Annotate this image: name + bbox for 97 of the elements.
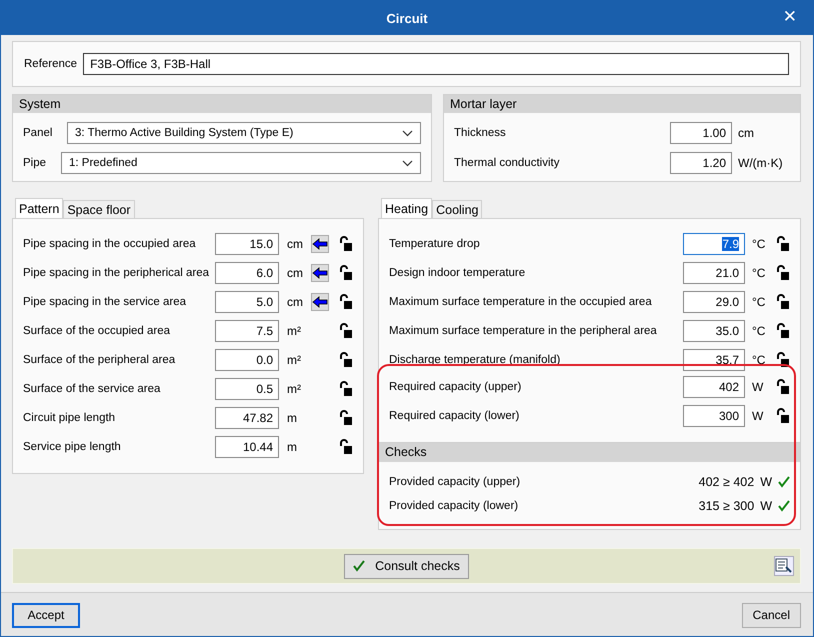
input-field[interactable]: 402 bbox=[683, 376, 745, 398]
input-field[interactable]: 35.7 bbox=[683, 348, 745, 370]
cancel-button[interactable]: Cancel bbox=[742, 602, 801, 628]
unit-label: °C bbox=[751, 266, 766, 280]
unit-label: W bbox=[751, 380, 764, 394]
padlock-icon[interactable] bbox=[339, 294, 353, 310]
input-field[interactable]: 1.00 bbox=[670, 122, 732, 144]
unit-label: m bbox=[286, 410, 298, 424]
group-header: System bbox=[13, 95, 431, 113]
arrow-button[interactable] bbox=[311, 234, 329, 252]
field-label: Surface of the occupied area bbox=[23, 324, 172, 336]
checkmark-icon bbox=[353, 560, 366, 572]
input-field[interactable]: 300 bbox=[683, 404, 745, 426]
padlock-icon[interactable] bbox=[339, 264, 353, 280]
report-button[interactable] bbox=[774, 556, 794, 576]
input-field[interactable]: 6.0 bbox=[215, 262, 279, 284]
unit-label: m bbox=[286, 440, 298, 454]
field-label: Thickness bbox=[454, 127, 507, 139]
field-label: Circuit pipe length bbox=[23, 412, 116, 424]
group-header: Checks bbox=[379, 442, 800, 462]
unit-label: °C bbox=[751, 324, 766, 338]
field-label: Design indoor temperature bbox=[389, 266, 526, 278]
close-button[interactable]: ✕ bbox=[778, 7, 801, 27]
unit-label: m² bbox=[286, 352, 302, 366]
input-field[interactable]: 0.5 bbox=[215, 378, 279, 400]
unit-label: W bbox=[760, 475, 772, 489]
input-field[interactable]: 10.44 bbox=[215, 436, 279, 458]
consult-checks-button[interactable]: Consult checks bbox=[344, 554, 469, 578]
padlock-icon[interactable] bbox=[776, 236, 790, 252]
check-value: 315 ≥ 300 bbox=[698, 499, 754, 513]
padlock-icon[interactable] bbox=[339, 236, 353, 252]
unit-label: W bbox=[751, 408, 764, 422]
unit-label: cm bbox=[286, 266, 304, 280]
unit-label: °C bbox=[751, 294, 766, 308]
field-label: Maximum surface temperature in the peripheral area bbox=[389, 324, 658, 336]
unit-label: W bbox=[760, 499, 772, 513]
caret-icon bbox=[402, 160, 413, 166]
unit-label: W/(m·K) bbox=[737, 156, 784, 170]
dropdown[interactable]: 3: Thermo Active Building System (Type E) bbox=[67, 122, 421, 144]
arrow-button[interactable] bbox=[311, 264, 329, 282]
padlock-icon[interactable] bbox=[339, 410, 353, 426]
unit-label: cm bbox=[286, 236, 304, 250]
padlock-icon[interactable] bbox=[776, 264, 790, 280]
window-title: Circuit bbox=[386, 10, 428, 26]
padlock-icon[interactable] bbox=[776, 294, 790, 310]
field-label: Surface of the peripheral area bbox=[23, 354, 176, 366]
padlock-icon[interactable] bbox=[339, 380, 353, 396]
padlock-icon[interactable] bbox=[776, 322, 790, 338]
field-label: Surface of the service area bbox=[23, 382, 162, 394]
field-label: Pipe spacing in the service area bbox=[23, 296, 188, 308]
field-label: Pipe spacing in the peripherical area bbox=[23, 266, 210, 278]
padlock-icon[interactable] bbox=[339, 352, 353, 368]
field-label: Pipe spacing in the occupied area bbox=[23, 238, 197, 250]
reference-field[interactable]: F3B-Office 3, F3B-Hall bbox=[83, 53, 789, 75]
input-field[interactable]: 5.0 bbox=[215, 290, 279, 312]
check-label: Provided capacity (upper) bbox=[389, 476, 522, 488]
input-field[interactable]: 7.9 bbox=[683, 232, 745, 254]
unit-label: m² bbox=[286, 324, 302, 338]
accept-button[interactable]: Accept bbox=[12, 602, 80, 628]
padlock-icon[interactable] bbox=[776, 352, 790, 368]
padlock-icon[interactable] bbox=[776, 408, 790, 424]
field-label: Panel bbox=[23, 127, 54, 139]
check-label: Provided capacity (lower) bbox=[389, 500, 520, 512]
unit-label: m² bbox=[286, 382, 302, 396]
unit-label: °C bbox=[751, 352, 766, 366]
field-label: Required capacity (upper) bbox=[389, 380, 522, 392]
input-field[interactable]: 0.0 bbox=[215, 348, 279, 370]
unit-label: cm bbox=[286, 294, 304, 308]
field-label: Maximum surface temperature in the occupied area bbox=[389, 296, 653, 308]
field-label: Temperature drop bbox=[389, 238, 481, 250]
input-field[interactable]: 15.0 bbox=[215, 232, 279, 254]
caret-icon bbox=[402, 130, 413, 136]
field-label: Required capacity (lower) bbox=[389, 410, 520, 422]
input-field[interactable]: 35.0 bbox=[683, 320, 745, 342]
group-header: Mortar layer bbox=[444, 95, 800, 113]
input-field[interactable]: 21.0 bbox=[683, 262, 745, 284]
field-label: Reference bbox=[24, 58, 78, 70]
unit-label: °C bbox=[751, 236, 766, 250]
tab[interactable]: Space floor bbox=[63, 200, 135, 218]
field-label: Pipe bbox=[23, 157, 48, 169]
check-value: 402 ≥ 402 bbox=[698, 475, 754, 489]
field-label: Service pipe length bbox=[23, 440, 122, 452]
tab[interactable]: Pattern bbox=[15, 198, 64, 218]
dropdown[interactable]: 1: Predefined bbox=[61, 152, 421, 174]
padlock-icon[interactable] bbox=[339, 438, 353, 454]
tab[interactable]: Heating bbox=[381, 198, 432, 218]
input-field[interactable]: 1.20 bbox=[670, 152, 732, 174]
input-field[interactable]: 29.0 bbox=[683, 290, 745, 312]
tab[interactable]: Cooling bbox=[432, 200, 482, 218]
field-label: Thermal conductivity bbox=[454, 157, 560, 169]
field-label: Discharge temperature (manifold) bbox=[389, 354, 562, 366]
padlock-icon[interactable] bbox=[339, 322, 353, 338]
unit-label: cm bbox=[737, 126, 755, 140]
input-field[interactable]: 7.5 bbox=[215, 320, 279, 342]
arrow-button[interactable] bbox=[311, 292, 329, 310]
input-field[interactable]: 47.82 bbox=[215, 406, 279, 428]
padlock-icon[interactable] bbox=[776, 378, 790, 394]
